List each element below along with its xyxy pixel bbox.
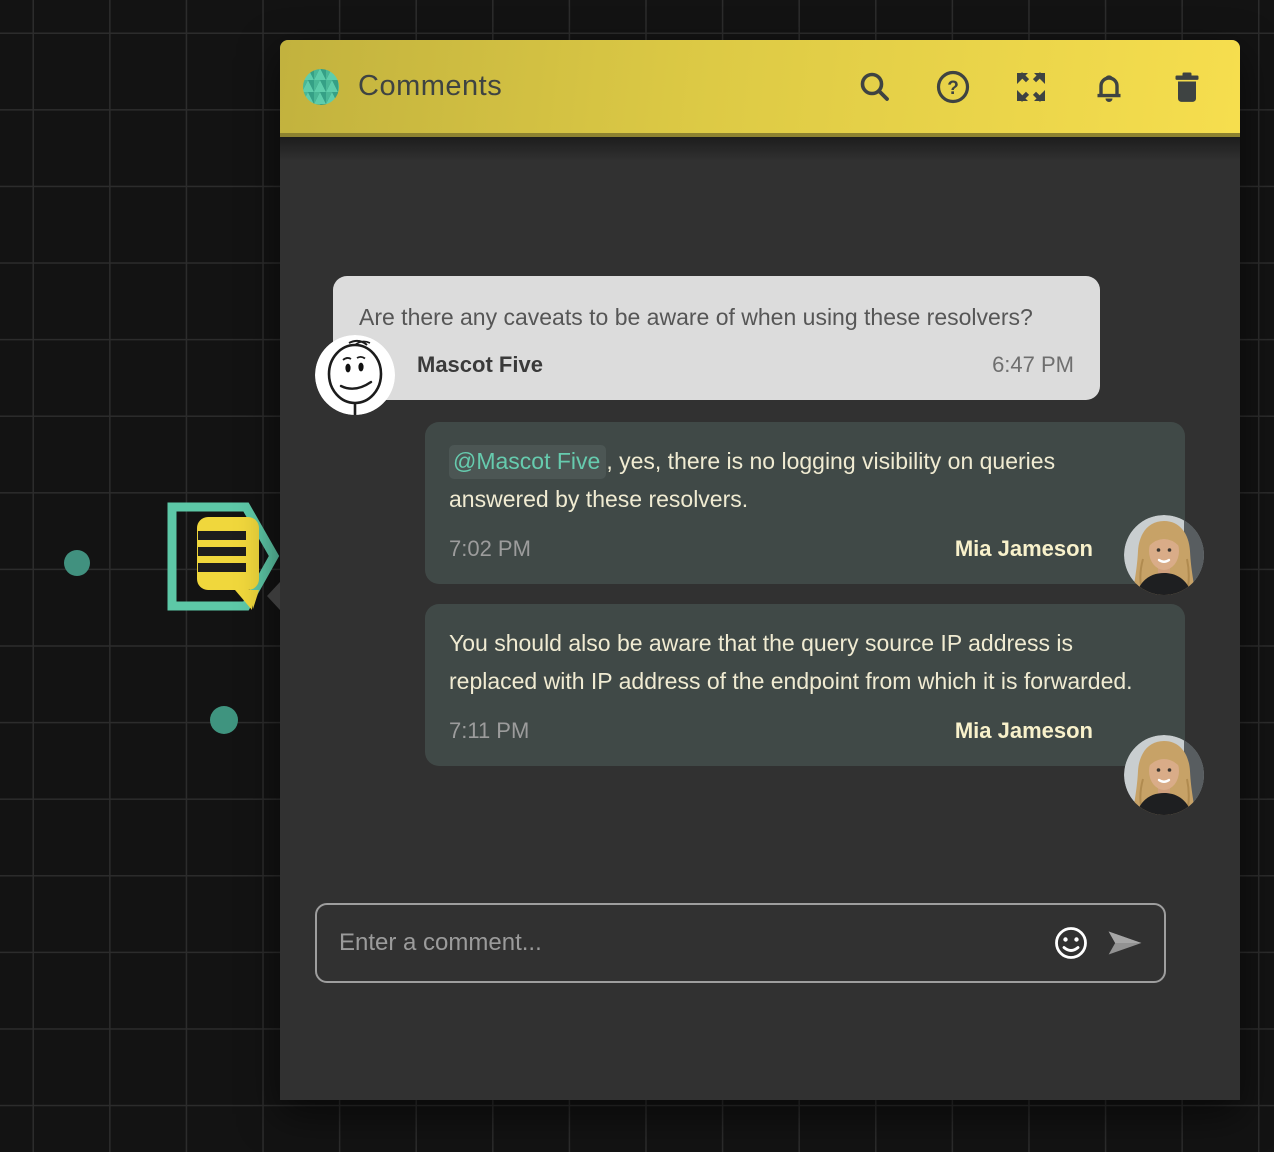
comment-bubble-icon [196, 517, 259, 610]
message-text: @Mascot Five, yes, there is no logging v… [449, 442, 1161, 518]
header-shadow [280, 137, 1240, 161]
panel-callout-arrow [267, 582, 280, 610]
connector-dot [64, 550, 90, 576]
help-icon[interactable]: ? [934, 68, 972, 106]
comment-message: @Mascot Five, yes, there is no logging v… [425, 422, 1185, 584]
message-footer: Mascot Five 6:47 PM [359, 346, 1074, 384]
mention-link[interactable]: @Mascot Five [449, 445, 606, 479]
author-name: Mascot Five [417, 346, 543, 384]
avatar-mascot [315, 335, 395, 415]
avatar-mia-jameson [1124, 735, 1204, 815]
comment-message: You should also be aware that the query … [425, 604, 1185, 766]
message-time: 6:47 PM [992, 346, 1074, 384]
search-icon[interactable] [856, 68, 894, 106]
expand-icon[interactable] [1012, 68, 1050, 106]
message-text: Are there any caveats to be aware of whe… [359, 298, 1074, 336]
message-time: 7:11 PM [449, 712, 529, 750]
message-text: You should also be aware that the query … [449, 624, 1161, 700]
app-logo-icon [302, 68, 340, 106]
message-time: 7:02 PM [449, 530, 531, 568]
emoji-icon[interactable] [1052, 924, 1090, 962]
message-footer: 7:11 PM Mia Jameson [449, 712, 1161, 750]
panel-title: Comments [358, 70, 856, 103]
panel-header: Comments ? [280, 40, 1240, 137]
comments-panel: Comments ? [280, 40, 1240, 1100]
header-actions: ? [856, 68, 1206, 106]
trash-icon[interactable] [1168, 68, 1206, 106]
comment-composer [315, 903, 1166, 983]
comment-marker-shape[interactable] [172, 507, 274, 610]
author-name: Mia Jameson [955, 712, 1093, 750]
comment-message: Are there any caveats to be aware of whe… [333, 276, 1100, 400]
send-icon[interactable] [1106, 924, 1144, 962]
author-name: Mia Jameson [955, 530, 1093, 568]
notifications-icon[interactable] [1090, 68, 1128, 106]
avatar-mia-jameson [1124, 515, 1204, 595]
message-footer: 7:02 PM Mia Jameson [449, 530, 1161, 568]
connector-dot [210, 706, 238, 734]
svg-text:?: ? [947, 78, 959, 99]
comment-input[interactable] [339, 929, 1036, 957]
